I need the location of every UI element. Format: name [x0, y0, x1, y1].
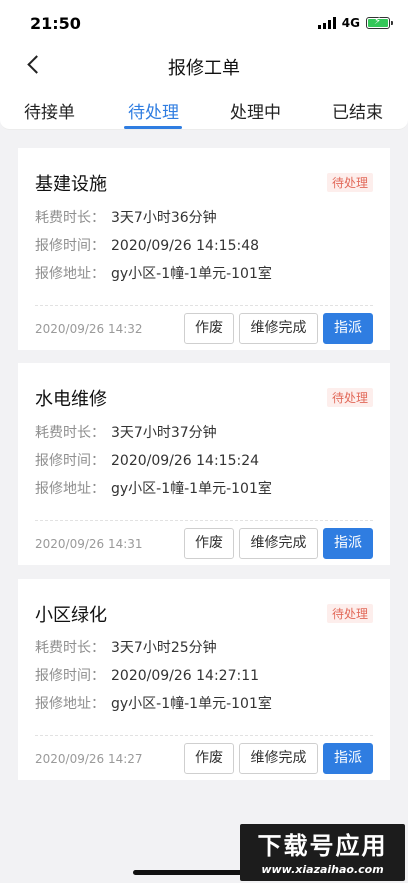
address-value: gy小区-1幢-1单元-101室 — [111, 696, 272, 712]
complete-button[interactable]: 维修完成 — [239, 743, 318, 774]
duration-value: 3天7小时25分钟 — [111, 640, 217, 656]
duration-label: 耗费时长： — [35, 425, 105, 441]
watermark-logo: 下载号应用 www.xiazaihao.com — [240, 824, 405, 881]
report-time-row: 报修时间： 2020/09/26 14:15:48 — [35, 235, 259, 255]
duration-label: 耗费时长： — [35, 640, 105, 656]
duration-row: 耗费时长： 3天7小时25分钟 — [35, 637, 217, 657]
report-time-label: 报修时间： — [35, 668, 105, 684]
address-label: 报修地址： — [35, 481, 105, 497]
duration-row: 耗费时长： 3天7小时36分钟 — [35, 207, 217, 227]
assign-button[interactable]: 指派 — [323, 743, 373, 774]
address-label: 报修地址： — [35, 696, 105, 712]
work-order-card[interactable]: 小区绿化 待处理 耗费时长： 3天7小时25分钟 报修时间： 2020/09/26 … — [18, 579, 390, 780]
assign-button[interactable]: 指派 — [323, 528, 373, 559]
card-title: 小区绿化 — [35, 605, 107, 626]
duration-label: 耗费时长： — [35, 210, 105, 226]
report-time-row: 报修时间： 2020/09/26 14:15:24 — [35, 450, 259, 470]
void-button[interactable]: 作废 — [184, 743, 234, 774]
nav-bar: 报修工单 — [0, 46, 408, 86]
status-tabs: 待接单 待处理 处理中 已结束 — [0, 86, 408, 130]
void-button[interactable]: 作废 — [184, 313, 234, 344]
status-badge: 待处理 — [326, 388, 373, 407]
network-type: 4G — [341, 16, 360, 30]
address-label: 报修地址： — [35, 266, 105, 282]
watermark-url: www.xiazaihao.com — [261, 863, 384, 876]
status-bar: 21:50 4G ⚡ — [0, 0, 408, 46]
page-title: 报修工单 — [168, 58, 240, 79]
report-time-value: 2020/09/26 14:27:11 — [111, 668, 260, 684]
report-time-row: 报修时间： 2020/09/26 14:27:11 — [35, 665, 259, 685]
report-time-label: 报修时间： — [35, 238, 105, 254]
status-time: 21:50 — [30, 14, 81, 33]
status-badge: 待处理 — [326, 604, 373, 623]
address-row: 报修地址： gy小区-1幢-1单元-101室 — [35, 478, 272, 498]
card-title: 水电维修 — [35, 389, 107, 410]
card-title: 基建设施 — [35, 174, 107, 195]
signal-icon — [317, 17, 336, 29]
card-date: 2020/09/26 14:27 — [35, 752, 143, 766]
duration-row: 耗费时长： 3天7小时37分钟 — [35, 422, 217, 442]
tab-pending-accept[interactable]: 待接单 — [24, 98, 75, 123]
address-row: 报修地址： gy小区-1幢-1单元-101室 — [35, 693, 272, 713]
complete-button[interactable]: 维修完成 — [239, 313, 318, 344]
work-order-card[interactable]: 基建设施 待处理 耗费时长： 3天7小时36分钟 报修时间： 2020/09/26 … — [18, 148, 390, 350]
duration-value: 3天7小时37分钟 — [111, 425, 217, 441]
active-tab-indicator — [124, 126, 182, 129]
report-time-label: 报修时间： — [35, 453, 105, 469]
address-row: 报修地址： gy小区-1幢-1单元-101室 — [35, 263, 272, 283]
tab-in-progress[interactable]: 处理中 — [230, 98, 281, 123]
card-divider — [35, 520, 373, 521]
tab-finished[interactable]: 已结束 — [332, 98, 383, 123]
report-time-value: 2020/09/26 14:15:48 — [111, 238, 260, 254]
assign-button[interactable]: 指派 — [323, 313, 373, 344]
card-divider — [35, 305, 373, 306]
watermark-title: 下载号应用 — [257, 832, 388, 860]
address-value: gy小区-1幢-1单元-101室 — [111, 481, 272, 497]
address-value: gy小区-1幢-1单元-101室 — [111, 266, 272, 282]
complete-button[interactable]: 维修完成 — [239, 528, 318, 559]
work-order-card[interactable]: 水电维修 待处理 耗费时长： 3天7小时37分钟 报修时间： 2020/09/26 … — [18, 363, 390, 565]
duration-value: 3天7小时36分钟 — [111, 210, 217, 226]
report-time-value: 2020/09/26 14:15:24 — [111, 453, 260, 469]
card-divider — [35, 735, 373, 736]
card-date: 2020/09/26 14:32 — [35, 322, 143, 336]
tab-pending-process[interactable]: 待处理 — [128, 98, 179, 123]
void-button[interactable]: 作废 — [184, 528, 234, 559]
battery-icon: ⚡ — [366, 16, 393, 29]
status-indicators: 4G ⚡ — [317, 16, 393, 30]
status-badge: 待处理 — [326, 173, 373, 192]
card-date: 2020/09/26 14:31 — [35, 537, 143, 551]
